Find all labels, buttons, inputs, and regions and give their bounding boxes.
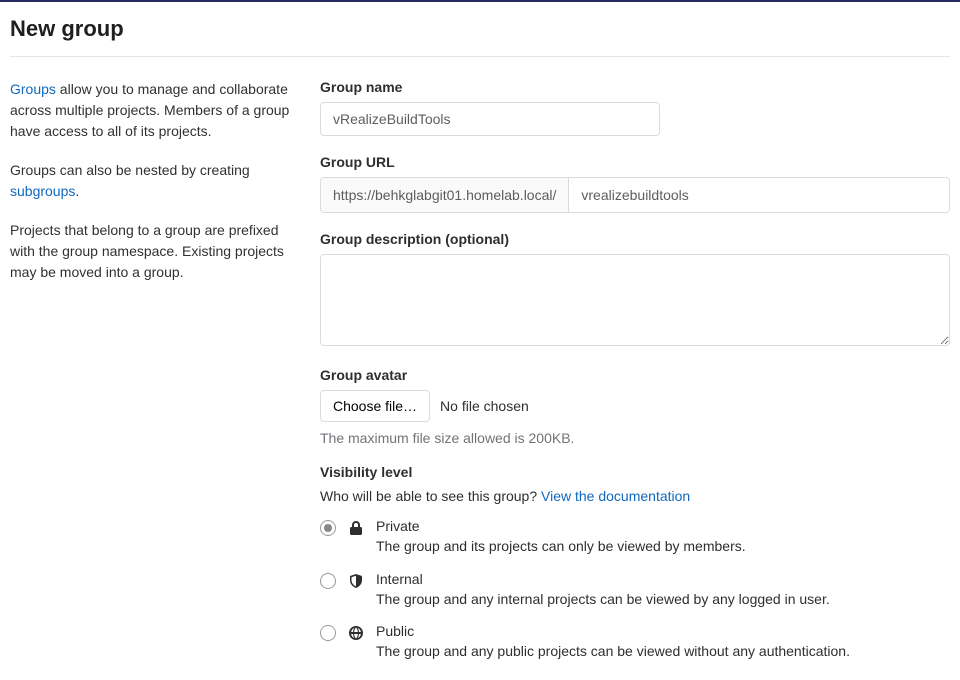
visibility-question-text: Who will be able to see this group? (320, 488, 541, 504)
group-url-prefix: https://behkglabgit01.homelab.local/ (321, 178, 569, 212)
visibility-question: Who will be able to see this group? View… (320, 488, 950, 504)
info-paragraph-2: Groups can also be nested by creating su… (10, 160, 300, 202)
group-name-input[interactable] (320, 102, 660, 136)
lock-icon (348, 520, 364, 536)
subgroups-link[interactable]: subgroups (10, 183, 75, 199)
group-name-label: Group name (320, 79, 950, 95)
page-title: New group (10, 2, 950, 57)
info-paragraph-3: Projects that belong to a group are pref… (10, 220, 300, 283)
group-url-slug-input[interactable] (569, 178, 949, 212)
visibility-doc-link[interactable]: View the documentation (541, 488, 690, 504)
file-size-hint: The maximum file size allowed is 200KB. (320, 430, 950, 446)
radio-internal[interactable] (320, 573, 336, 589)
visibility-desc: The group and its projects can only be v… (376, 537, 950, 557)
visibility-option-public[interactable]: Public The group and any public projects… (320, 623, 950, 662)
info-paragraph-1: Groups allow you to manage and collabora… (10, 79, 300, 142)
radio-private[interactable] (320, 520, 336, 536)
visibility-title: Internal (376, 571, 950, 587)
groups-link[interactable]: Groups (10, 81, 56, 97)
globe-icon (348, 625, 364, 641)
file-chosen-status: No file chosen (440, 398, 529, 414)
radio-public[interactable] (320, 625, 336, 641)
group-description-textarea[interactable] (320, 254, 950, 346)
shield-icon (348, 573, 364, 589)
info-sidebar: Groups allow you to manage and collabora… (10, 79, 320, 301)
visibility-desc: The group and any public projects can be… (376, 642, 950, 662)
visibility-title: Public (376, 623, 950, 639)
visibility-option-private[interactable]: Private The group and its projects can o… (320, 518, 950, 557)
group-url-row: https://behkglabgit01.homelab.local/ (320, 177, 950, 213)
group-url-label: Group URL (320, 154, 950, 170)
info-text: . (75, 183, 79, 199)
visibility-option-internal[interactable]: Internal The group and any internal proj… (320, 571, 950, 610)
form-area: Group name Group URL https://behkglabgit… (320, 79, 950, 680)
visibility-desc: The group and any internal projects can … (376, 590, 950, 610)
info-text: Groups can also be nested by creating (10, 162, 250, 178)
visibility-title: Private (376, 518, 950, 534)
visibility-label: Visibility level (320, 464, 950, 480)
choose-file-button[interactable]: Choose file… (320, 390, 430, 422)
group-description-label: Group description (optional) (320, 231, 950, 247)
group-avatar-label: Group avatar (320, 367, 950, 383)
